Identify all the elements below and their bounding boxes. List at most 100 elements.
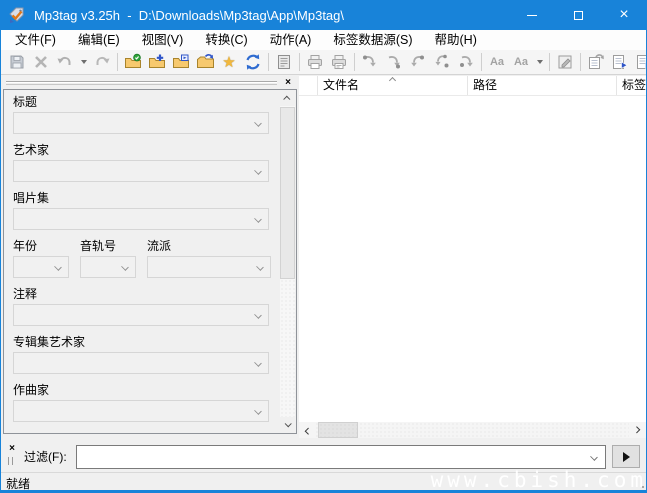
tag-to-filename-button[interactable] [608,51,632,73]
composer-combobox[interactable] [13,400,269,422]
chevron-down-icon [54,263,62,271]
convert-case-alt-button[interactable]: Aa [509,51,533,73]
tag-panel-scrollbar[interactable] [280,91,295,432]
tag-panel-grip[interactable] [6,81,277,85]
close-button[interactable]: × [601,0,647,30]
refresh-button[interactable] [241,51,265,73]
menu-file[interactable]: 文件(F) [4,30,67,50]
scroll-down-button[interactable] [280,417,295,432]
tag-panel: 标题 艺术家 唱片集 [3,89,297,434]
artist-label: 艺术家 [13,143,274,157]
comment-combobox[interactable] [13,304,269,326]
file-list-hscrollbar[interactable] [299,422,646,438]
save-tag-button[interactable] [5,51,29,73]
tag-paste-icon [457,53,475,71]
chevron-down-icon [590,453,598,461]
filter-combobox[interactable] [76,445,606,469]
playlist-button[interactable] [169,51,193,73]
folder-playlist-icon [172,53,190,71]
add-directory-button[interactable] [145,51,169,73]
extended-tags-button[interactable] [272,51,296,73]
toolbar-separator [481,53,482,71]
remove-tag-icon [32,53,50,71]
title-combobox[interactable] [13,112,269,134]
parent-directory-button[interactable] [193,51,217,73]
convert-case-button[interactable]: Aa [485,51,509,73]
toolbar-separator [580,53,581,71]
album-combobox[interactable] [13,208,269,230]
window-border-left [0,0,1,493]
copy-tag-button[interactable] [382,51,406,73]
filter-label: 过滤(F): [24,448,67,465]
track-combobox[interactable] [80,256,136,278]
star-icon: ★ [222,55,235,70]
menu-convert[interactable]: 转换(C) [194,30,258,50]
tag-copy-icon [433,53,451,71]
filter-grip[interactable] [8,457,13,465]
chevron-down-icon [254,407,262,415]
scroll-up-button[interactable] [280,91,295,106]
folder-up-arrow-icon [196,53,214,71]
folder-check-icon [124,53,142,71]
filter-close-button[interactable]: × [6,443,18,455]
hscrollbar-thumb[interactable] [318,422,358,438]
printer-icon [306,53,324,71]
redo-button[interactable] [90,51,114,73]
resize-grip[interactable] [642,486,644,488]
toolbar-separator [549,53,550,71]
file-list-header: 文件名 路径 标签 [299,76,646,96]
favorite-directories-button[interactable]: ★ [217,51,241,73]
file-list-body[interactable] [299,97,646,422]
menu-view[interactable]: 视图(V) [131,30,195,50]
convert-case-options-button[interactable] [533,51,546,73]
titlebar[interactable]: Mp3tag v3.25h - D:\Downloads\Mp3tag\App\… [0,0,647,30]
paste-tag-button[interactable] [406,51,430,73]
filter-apply-button[interactable] [612,445,640,468]
chevron-down-icon [121,263,129,271]
column-header-status[interactable] [299,76,318,95]
refresh-icon [244,53,262,71]
tag-paste-button[interactable] [454,51,478,73]
filename-to-tag-button[interactable] [632,51,646,73]
pencil-icon [556,53,574,71]
tag-panel-content: 标题 艺术家 唱片集 [13,95,274,433]
column-header-path[interactable]: 路径 [468,76,617,95]
menu-actions[interactable]: 动作(A) [259,30,323,50]
column-header-tag[interactable]: 标签 [617,76,646,95]
tag-panel-close-button[interactable]: × [281,77,295,89]
filter-input[interactable] [79,447,583,467]
edit-actions-button[interactable] [553,51,577,73]
remove-tag-button[interactable] [29,51,53,73]
scroll-left-button[interactable] [299,422,316,438]
year-combobox[interactable] [13,256,69,278]
scrollbar-thumb[interactable] [280,107,295,279]
undo-button[interactable] [53,51,77,73]
cut-tag-button[interactable] [358,51,382,73]
title-field: 标题 [13,95,274,134]
change-directory-button[interactable] [121,51,145,73]
artist-combobox[interactable] [13,160,269,182]
artist-field: 艺术家 [13,143,274,182]
actions-button[interactable] [584,51,608,73]
year-track-genre-row: 年份 音轨号 流派 [13,239,274,278]
play-icon [623,452,630,462]
scroll-right-button[interactable] [629,422,646,438]
chevron-down-icon [254,167,262,175]
menu-edit[interactable]: 编辑(E) [67,30,131,50]
maximize-button[interactable] [555,0,601,30]
genre-combobox[interactable] [147,256,271,278]
convert-case-alt-icon: Aa [514,56,528,68]
genre-field: 流派 [147,239,271,278]
print-button[interactable] [303,51,327,73]
watermark: www.cbish.com [431,468,647,492]
print-preview-button[interactable] [327,51,351,73]
year-field: 年份 [13,239,69,278]
menu-tag-sources[interactable]: 标签数据源(S) [322,30,423,50]
tag-copy-button[interactable] [430,51,454,73]
albumartist-label: 专辑集艺术家 [13,335,274,349]
albumartist-combobox[interactable] [13,352,269,374]
year-label: 年份 [13,239,69,253]
menu-help[interactable]: 帮助(H) [424,30,488,50]
undo-options-button[interactable] [77,51,90,73]
minimize-button[interactable] [509,0,555,30]
